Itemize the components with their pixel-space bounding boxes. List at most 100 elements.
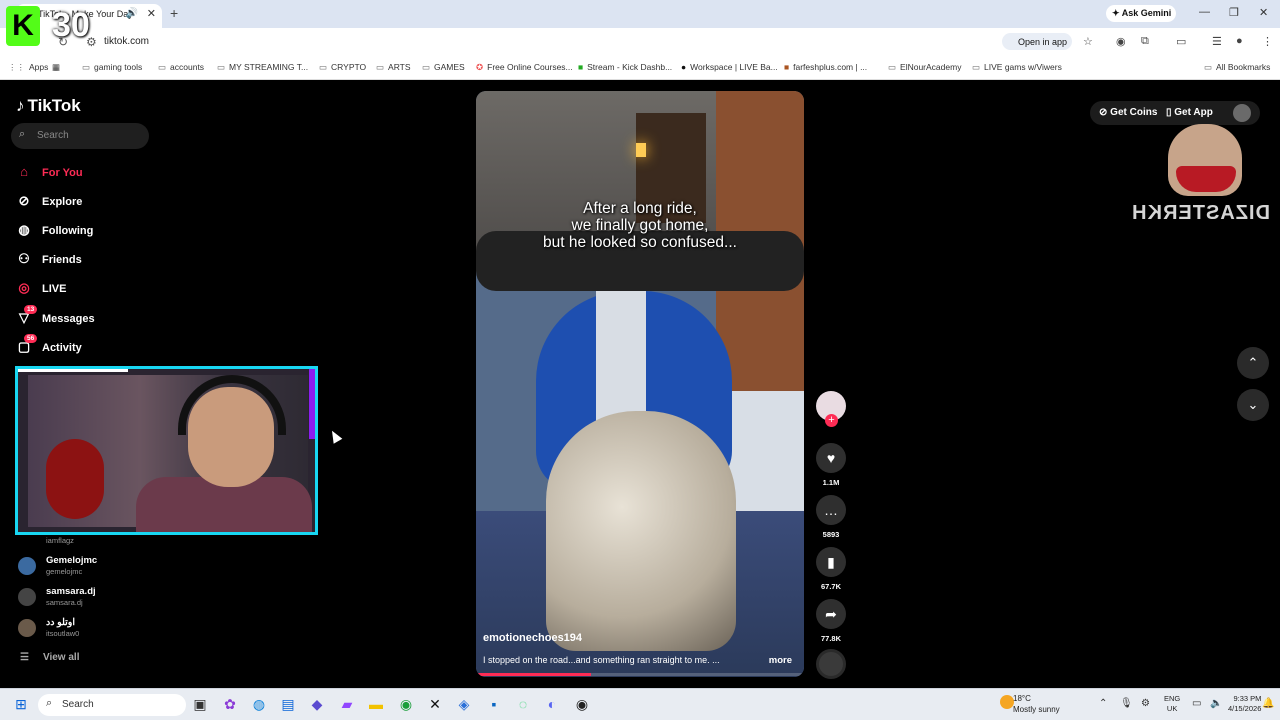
save-button[interactable]: ▮ 67.7K <box>815 547 847 591</box>
following-account[interactable]: Gemelojmc gemelojmc <box>18 555 218 579</box>
following-avatar-icon: ◍ <box>18 222 30 237</box>
bookmark-link[interactable]: ■ farfeshplus.com | ... <box>784 62 867 72</box>
nav-messages[interactable]: ▽ 13 Messages <box>14 305 214 330</box>
bookmark-folder[interactable]: ▭ gaming tools <box>82 62 142 73</box>
settings-icon[interactable]: ⚙ <box>1141 698 1150 709</box>
open-in-app-button[interactable]: Open in app <box>1002 33 1072 50</box>
previous-video-button[interactable]: ⌃ <box>1237 347 1269 379</box>
video-player[interactable]: After a long ride, we finally got home, … <box>476 91 804 677</box>
display-icon[interactable]: ▭ <box>1192 698 1201 709</box>
discord-icon[interactable]: ◐ <box>542 696 562 712</box>
profile-avatar[interactable] <box>1233 104 1251 122</box>
weather-condition: Mostly sunny <box>1013 705 1060 714</box>
bookmark-link[interactable]: ● Workspace | LIVE Ba... <box>681 62 778 72</box>
grid-icon[interactable]: ▦ <box>52 62 60 73</box>
nav-following[interactable]: ◍ Following <box>14 222 214 242</box>
bookmark-label: ARTS <box>388 62 411 72</box>
comment-button[interactable]: … 5893 <box>815 495 847 539</box>
cast-icon[interactable]: ▭ <box>1176 35 1186 48</box>
music-disc-icon[interactable] <box>816 649 846 679</box>
lang-code: ENG <box>1164 694 1181 703</box>
bookmark-link[interactable]: ■ Stream - Kick Dashb... <box>578 62 672 72</box>
avatar <box>18 588 36 606</box>
windows-start-icon[interactable]: ⊞ <box>11 696 31 713</box>
more-button[interactable]: more <box>769 655 792 666</box>
bookmark-folder[interactable]: ▭ ElNourAcademy <box>888 62 961 73</box>
get-coins-button[interactable]: ⊘ Get Coins <box>1099 107 1157 118</box>
nav-label: Activity <box>42 342 82 354</box>
ask-gemini-button[interactable]: ✦ Ask Gemini <box>1106 5 1176 22</box>
open-in-app-label: Open in app <box>1018 37 1068 47</box>
teams-icon[interactable]: ◆ <box>307 696 327 713</box>
notification-icon[interactable]: 🔔 <box>1262 698 1274 709</box>
bookmark-label: gaming tools <box>94 62 143 72</box>
copilot-icon[interactable]: ✿ <box>220 696 240 713</box>
video-progress-bar[interactable] <box>476 673 804 676</box>
app-icon[interactable]: ◈ <box>454 696 474 713</box>
taskbar-search[interactable]: ⌕ Search <box>38 694 186 716</box>
view-all-button[interactable]: ☰ View all <box>20 652 93 663</box>
close-tab-icon[interactable]: ✕ <box>147 7 156 20</box>
chevron-up-icon[interactable]: ⌃ <box>1099 698 1107 709</box>
bookmark-folder[interactable]: ▭ ARTS <box>376 62 411 73</box>
all-bookmarks[interactable]: ▭ All Bookmarks <box>1204 62 1270 73</box>
store-icon[interactable]: ▤ <box>278 696 298 713</box>
nav-live[interactable]: ◎ LIVE <box>14 280 214 300</box>
bookmark-label: MY STREAMING T... <box>229 62 309 72</box>
twitch-icon[interactable]: ▰ <box>337 696 357 713</box>
following-account[interactable]: iamflagz <box>18 532 218 556</box>
nav-for-you[interactable]: ⌂ For You <box>14 164 214 184</box>
ask-gemini-label: Ask Gemini <box>1121 8 1172 18</box>
get-app-button[interactable]: ▯ Get App <box>1166 107 1213 118</box>
url-field[interactable]: tiktok.com <box>104 36 149 47</box>
x-icon[interactable]: ✕ <box>425 696 445 713</box>
account-name: اوتلو دد <box>46 617 76 628</box>
video-scene <box>546 411 736 651</box>
video-caption: After a long ride, we finally got home, … <box>476 200 804 251</box>
speaker-icon[interactable]: 🔊 <box>126 8 138 19</box>
close-window-icon[interactable]: ✕ <box>1259 6 1268 19</box>
bookmark-folder[interactable]: ▭ GAMES <box>422 62 465 73</box>
task-view-icon[interactable]: ▣ <box>190 696 210 713</box>
search-input[interactable]: ⌕ Search <box>11 123 149 149</box>
chrome-icon[interactable]: ◉ <box>396 696 416 713</box>
system-clock[interactable]: 9:33 PM 4/15/2026 <box>1228 694 1261 714</box>
following-account[interactable]: اوتلو دد itsoutlaw0 <box>18 617 218 641</box>
bookmark-folder[interactable]: ▭ accounts <box>158 62 204 73</box>
profile-icon[interactable]: ● <box>1236 35 1243 47</box>
comment-count: 5893 <box>822 530 840 539</box>
follow-plus-icon[interactable]: + <box>825 414 838 427</box>
volume-icon[interactable]: 🔈 <box>1210 698 1222 709</box>
microphone-icon[interactable]: 🎙 <box>1120 698 1133 709</box>
whatsapp-icon[interactable]: ◌ <box>513 696 533 712</box>
nav-friends[interactable]: ⚇ Friends <box>14 251 214 271</box>
language-indicator[interactable]: ENG UK <box>1164 694 1180 714</box>
extension-icon[interactable]: ◉ <box>1116 35 1126 48</box>
star-icon[interactable]: ☆ <box>1083 35 1093 48</box>
video-author[interactable]: emotionechoes194 <box>483 632 582 644</box>
bookmark-folder[interactable]: ▭ LIVE gams w/Viwers <box>972 62 1062 73</box>
like-button[interactable]: ♥ 1.1M <box>815 443 847 487</box>
bookmark-link[interactable]: ✪ Free Online Courses... <box>476 62 573 73</box>
new-tab-button[interactable]: + <box>170 5 178 21</box>
file-explorer-icon[interactable]: ▬ <box>366 696 386 712</box>
edge-icon[interactable]: ◍ <box>249 696 269 713</box>
minimize-icon[interactable]: — <box>1199 6 1210 18</box>
following-account[interactable]: samsara.dj samsara.dj <box>18 586 218 610</box>
bookmark-label: Workspace | LIVE Ba... <box>690 62 778 72</box>
obs-icon[interactable]: ◉ <box>572 696 592 713</box>
maximize-icon[interactable]: ❐ <box>1229 6 1239 19</box>
taskbar-search-label: Search <box>62 699 94 710</box>
menu-icon[interactable]: ⋮ <box>1262 35 1273 48</box>
share-button[interactable]: ➦ 77.8K <box>815 599 847 643</box>
bookmark-apps[interactable]: ⋮⋮ Apps <box>8 62 48 73</box>
reading-list-icon[interactable]: ☰ <box>1212 35 1222 48</box>
tiktok-logo[interactable]: ♪ TikTok <box>16 96 81 116</box>
nav-explore[interactable]: ⊘ Explore <box>14 193 214 213</box>
bookmark-folder[interactable]: ▭ MY STREAMING T... <box>217 62 308 73</box>
next-video-button[interactable]: ⌄ <box>1237 389 1269 421</box>
linkedin-icon[interactable]: ▪ <box>484 696 504 712</box>
nav-activity[interactable]: ▢ 56 Activity <box>14 334 214 359</box>
puzzle-icon[interactable]: ⧉ <box>1141 35 1149 48</box>
bookmark-folder[interactable]: ▭ CRYPTO <box>319 62 366 73</box>
